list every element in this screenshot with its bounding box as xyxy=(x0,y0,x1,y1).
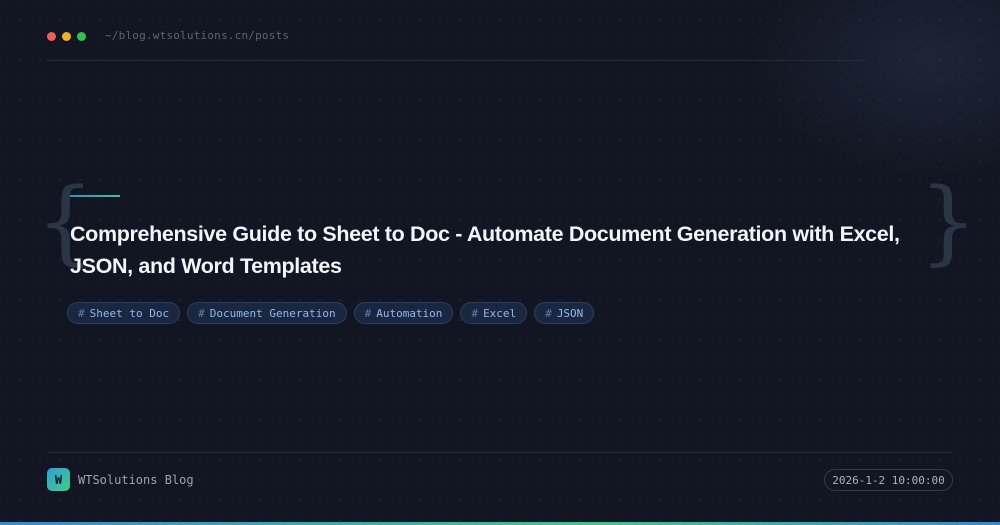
minimize-window-dot[interactable] xyxy=(62,32,71,41)
tag-automation[interactable]: # Automation xyxy=(353,302,454,324)
tag-json[interactable]: # JSON xyxy=(534,302,595,324)
post-date-badge: 2026-1-2 10:00:00 xyxy=(824,469,953,491)
url-path: ~/blog.wtsolutions.cn/posts xyxy=(105,29,290,42)
hash-icon: # xyxy=(471,306,479,320)
hash-icon: # xyxy=(198,306,205,320)
hash-icon: # xyxy=(78,306,85,320)
tag-label: Excel xyxy=(483,306,517,320)
close-brace-decoration: } xyxy=(919,168,978,275)
tag-label: Document Generation xyxy=(209,306,336,320)
tag-document-generation[interactable]: # Document Generation xyxy=(187,302,347,324)
tag-label: JSON xyxy=(556,306,584,320)
tag-sheet-to-doc[interactable]: # Sheet to Doc xyxy=(67,302,181,324)
tag-label: Sheet to Doc xyxy=(89,306,170,320)
brand-logo-icon[interactable]: W xyxy=(47,468,70,491)
close-window-dot[interactable] xyxy=(47,32,56,41)
brand-name[interactable]: WTSolutions Blog xyxy=(78,473,194,487)
tag-list: # Sheet to Doc # Document Generation # A… xyxy=(67,302,595,324)
tag-excel[interactable]: # Excel xyxy=(460,302,528,324)
footer-divider xyxy=(47,452,953,453)
tag-label: Automation xyxy=(376,306,443,320)
hash-icon: # xyxy=(545,306,552,320)
maximize-window-dot[interactable] xyxy=(77,32,86,41)
hash-icon: # xyxy=(364,306,372,320)
post-title: Comprehensive Guide to Sheet to Doc - Au… xyxy=(70,222,900,278)
window-header: ~/blog.wtsolutions.cn/posts xyxy=(47,0,867,61)
